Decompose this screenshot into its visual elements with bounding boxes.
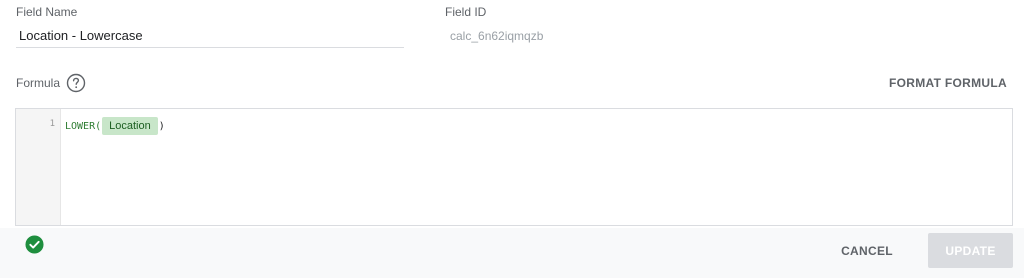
cancel-button[interactable]: CANCEL (826, 236, 908, 266)
formula-close-paren: ) (158, 120, 165, 132)
update-button[interactable]: UPDATE (928, 233, 1013, 268)
code-line[interactable]: LOWER( Location ) (65, 117, 165, 135)
field-id-label: Field ID (445, 5, 487, 19)
format-formula-button[interactable]: FORMAT FORMULA (889, 76, 1007, 90)
field-chip-location[interactable]: Location (102, 117, 158, 135)
field-id-value: calc_6n62iqmqzb (450, 29, 544, 43)
field-name-label: Field Name (16, 5, 78, 19)
check-circle-icon (25, 235, 44, 254)
formula-label: Formula (16, 76, 61, 90)
help-icon[interactable] (66, 73, 86, 93)
line-number: 1 (49, 119, 55, 129)
field-name-input[interactable] (16, 24, 404, 48)
formula-function: LOWER( (65, 120, 102, 132)
formula-editor[interactable]: 1 LOWER( Location ) (15, 108, 1013, 226)
editor-gutter: 1 (16, 109, 61, 225)
